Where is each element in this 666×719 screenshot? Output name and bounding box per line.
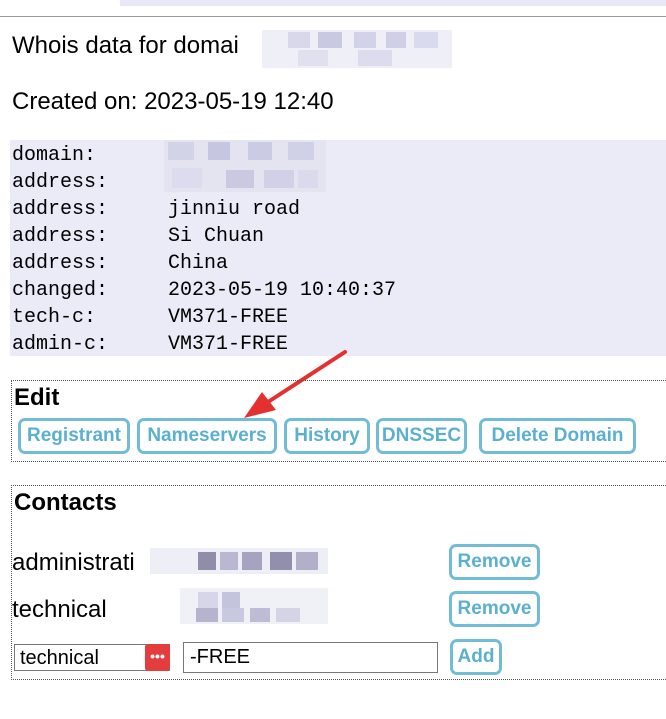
whois-value: jinniu road xyxy=(168,198,301,221)
redacted-domain xyxy=(262,30,452,68)
whois-key: tech-c: xyxy=(12,306,97,329)
add-contact-button[interactable]: Add xyxy=(450,639,502,675)
edit-title: Edit xyxy=(14,384,60,411)
remove-tech-contact-button[interactable]: Remove xyxy=(449,591,540,627)
more-dots-icon[interactable]: ••• xyxy=(145,644,170,671)
contact-type-select[interactable]: technical ••• xyxy=(14,644,170,671)
whois-value: China xyxy=(168,252,229,275)
whois-value: VM371-FREE xyxy=(168,333,289,356)
redacted-contact-handle xyxy=(150,548,328,574)
contact-type-label: administrati xyxy=(12,549,135,576)
whois-key: address: xyxy=(12,252,109,275)
contact-type-selected: technical xyxy=(20,647,99,669)
contact-handle-input[interactable] xyxy=(183,642,438,673)
delete-domain-button[interactable]: Delete Domain xyxy=(479,418,636,454)
remove-admin-contact-button[interactable]: Remove xyxy=(449,544,540,580)
top-divider xyxy=(0,16,666,17)
dnssec-button[interactable]: DNSSEC xyxy=(376,418,467,454)
whois-key: admin-c: xyxy=(12,333,109,356)
whois-title: Whois data for domai xyxy=(12,32,239,59)
whois-key: address: xyxy=(12,171,109,194)
whois-value: Si Chuan xyxy=(168,225,265,248)
registrant-button[interactable]: Registrant xyxy=(18,418,130,454)
contacts-title: Contacts xyxy=(14,489,117,516)
redacted-contact-handle xyxy=(180,588,328,624)
created-on: Created on: 2023-05-19 12:40 xyxy=(12,88,334,115)
whois-value: 2023-05-19 10:40:37 xyxy=(168,279,397,302)
whois-record: domain: address: address: jinniu road ad… xyxy=(10,140,666,356)
nameservers-button[interactable]: Nameservers xyxy=(137,418,277,454)
whois-value: VM371-FREE xyxy=(168,306,289,329)
top-bar xyxy=(120,0,666,6)
whois-key: address: xyxy=(12,225,109,248)
whois-key: address: xyxy=(12,198,109,221)
history-button[interactable]: History xyxy=(284,418,370,454)
whois-key: changed: xyxy=(12,279,109,302)
whois-key: domain: xyxy=(12,144,97,167)
redacted-whois-values xyxy=(164,140,326,192)
contact-type-label: technical xyxy=(12,596,107,623)
